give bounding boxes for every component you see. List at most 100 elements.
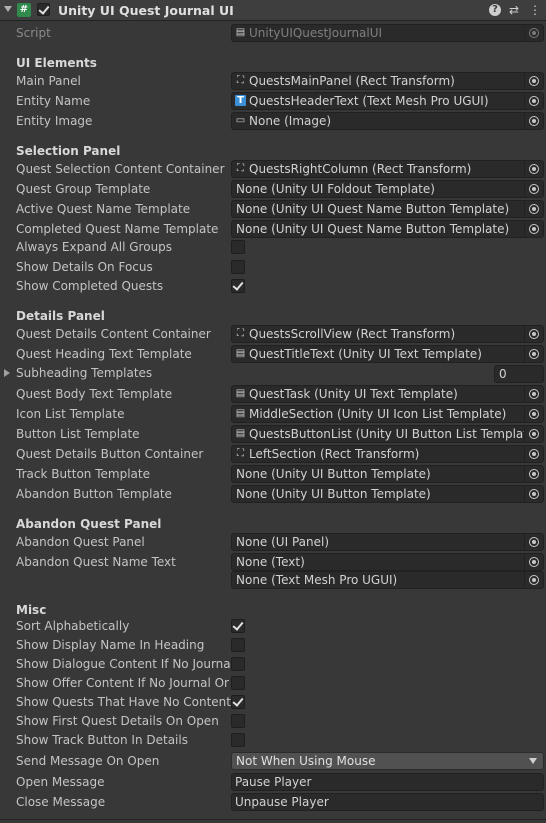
quest-body-text-template-field[interactable]: ▤ QuestTask (Unity UI Text Template)	[231, 385, 544, 403]
entity-image-label: Entity Image	[16, 114, 93, 128]
chevron-down-icon	[529, 758, 537, 764]
send-message-on-open-label: Send Message On Open	[16, 754, 160, 768]
object-picker-icon[interactable]	[524, 426, 543, 442]
show-offer-content-if-no-journal-or-d-checkbox[interactable]	[231, 676, 245, 690]
object-picker-icon[interactable]	[524, 161, 543, 177]
icon-list-template-value: MiddleSection (Unity UI Icon List Templa…	[249, 407, 507, 421]
active-quest-name-template-value: None (Unity UI Quest Name Button Templat…	[236, 202, 510, 216]
quest-selection-content-container-field[interactable]: ⛶ QuestsRightColumn (Rect Transform)	[231, 160, 544, 178]
object-picker-icon[interactable]	[524, 93, 543, 109]
preset-icon[interactable]: ⇄	[507, 3, 521, 17]
show-details-on-focus-checkbox[interactable]	[231, 259, 245, 274]
completed-quest-name-template-value: None (Unity UI Quest Name Button Templat…	[236, 222, 510, 236]
object-picker-icon[interactable]	[524, 466, 543, 482]
object-picker-icon[interactable]	[524, 554, 543, 570]
quest-selection-content-container-value: QuestsRightColumn (Rect Transform)	[249, 162, 472, 176]
close-message-field[interactable]: Unpause Player	[231, 793, 544, 811]
quest-details-button-container-label: Quest Details Button Container	[16, 447, 204, 461]
quest-group-template-field[interactable]: None (Unity UI Foldout Template)	[231, 180, 544, 198]
component-enabled-checkbox[interactable]	[37, 3, 50, 16]
script-icon: ▤	[235, 27, 246, 38]
show-quests-that-have-no-content-checkbox[interactable]	[231, 695, 245, 709]
section-details-panel: Details Panel	[16, 309, 105, 323]
show-completed-quests-checkbox[interactable]	[231, 279, 245, 293]
more-icon[interactable]: ⋮	[528, 3, 542, 17]
check-icon	[232, 279, 244, 291]
entity-name-field[interactable]: T QuestsHeaderText (Text Mesh Pro UGUI)	[231, 92, 544, 110]
object-picker-icon	[524, 25, 543, 41]
main-panel-field[interactable]: ⛶ QuestsMainPanel (Rect Transform)	[231, 72, 544, 90]
rect-transform-icon: ⛶	[237, 75, 244, 86]
quest-heading-text-template-field[interactable]: ▤ QuestTitleText (Unity UI Text Template)	[231, 345, 544, 363]
object-picker-icon[interactable]	[524, 181, 543, 197]
entity-name-value: QuestsHeaderText (Text Mesh Pro UGUI)	[249, 94, 489, 108]
object-picker-icon[interactable]	[524, 113, 543, 129]
object-picker-icon[interactable]	[524, 486, 543, 502]
show-display-name-in-heading-label: Show Display Name In Heading	[16, 638, 205, 652]
show-completed-quests-label: Show Completed Quests	[16, 279, 164, 293]
show-quests-that-have-no-content-label: Show Quests That Have No Content	[16, 695, 231, 709]
main-panel-value: QuestsMainPanel (Rect Transform)	[249, 74, 455, 88]
show-dialogue-content-if-no-journal-checkbox[interactable]	[231, 657, 245, 671]
track-button-template-field[interactable]: None (Unity UI Button Template)	[231, 465, 544, 483]
object-picker-icon[interactable]	[524, 572, 543, 588]
object-picker-icon[interactable]	[524, 346, 543, 362]
button-list-template-value: QuestsButtonList (Unity UI Button List T…	[249, 427, 541, 441]
expand-arrow-icon[interactable]	[4, 369, 10, 377]
open-message-field[interactable]: Pause Player	[231, 773, 544, 791]
script-label: Script	[16, 26, 51, 40]
divider	[0, 819, 546, 820]
image-icon: ▭	[235, 115, 246, 126]
quest-body-text-template-value: QuestTask (Unity UI Text Template)	[249, 387, 458, 401]
quest-selection-content-container-label: Quest Selection Content Container	[16, 162, 225, 176]
subheading-templates-label[interactable]: Subheading Templates	[16, 364, 152, 382]
object-picker-icon[interactable]	[524, 221, 543, 237]
object-picker-icon[interactable]	[524, 406, 543, 422]
object-picker-icon[interactable]	[524, 326, 543, 342]
button-list-template-field[interactable]: ▤ QuestsButtonList (Unity UI Button List …	[231, 425, 544, 443]
object-picker-icon[interactable]	[524, 386, 543, 402]
object-picker-icon[interactable]	[524, 446, 543, 462]
entity-image-field[interactable]: ▭ None (Image)	[231, 112, 544, 130]
show-details-on-focus-label: Show Details On Focus	[16, 259, 153, 274]
script-icon: ▤	[235, 428, 246, 439]
object-picker-icon[interactable]	[524, 534, 543, 550]
show-first-quest-details-on-open-checkbox[interactable]	[231, 714, 245, 728]
quest-group-template-label: Quest Group Template	[16, 182, 151, 196]
always-expand-all-groups-checkbox[interactable]	[231, 240, 245, 254]
quest-body-text-template-label: Quest Body Text Template	[16, 387, 173, 401]
rect-transform-icon: ⛶	[237, 163, 244, 174]
show-display-name-in-heading-checkbox[interactable]	[231, 638, 245, 652]
show-first-quest-details-on-open-label: Show First Quest Details On Open	[16, 714, 219, 728]
abandon-quest-name-text-label: Abandon Quest Name Text	[16, 555, 176, 569]
sort-alphabetically-checkbox[interactable]	[231, 619, 245, 633]
quest-details-button-container-field[interactable]: ⛶ LeftSection (Rect Transform)	[231, 445, 544, 463]
sort-alphabetically-label: Sort Alphabetically	[16, 619, 130, 633]
track-button-template-value: None (Unity UI Button Template)	[236, 467, 431, 481]
completed-quest-name-template-field[interactable]: None (Unity UI Quest Name Button Templat…	[231, 220, 544, 238]
object-picker-icon[interactable]	[524, 73, 543, 89]
abandon-button-template-value: None (Unity UI Button Template)	[236, 487, 431, 501]
entity-name-label: Entity Name	[16, 94, 91, 108]
script-icon: ▤	[235, 348, 246, 359]
abandon-quest-name-tmp-field[interactable]: None (Text Mesh Pro UGUI)	[231, 571, 544, 589]
foldout-arrow-icon[interactable]	[4, 6, 12, 12]
always-expand-all-groups-label: Always Expand All Groups	[16, 240, 173, 254]
abandon-button-template-field[interactable]: None (Unity UI Button Template)	[231, 485, 544, 503]
send-message-on-open-dropdown[interactable]: Not When Using Mouse	[231, 752, 544, 770]
object-picker-icon[interactable]	[524, 201, 543, 217]
help-icon[interactable]: ?	[489, 4, 501, 16]
entity-image-value: None (Image)	[249, 114, 332, 128]
abandon-quest-name-text-field[interactable]: None (Text)	[231, 553, 544, 571]
show-track-button-in-details-checkbox[interactable]	[231, 733, 245, 747]
subheading-templates-size-field[interactable]: 0	[494, 365, 544, 383]
abandon-quest-panel-field[interactable]: None (UI Panel)	[231, 533, 544, 551]
text-mesh-pro-icon: T	[235, 95, 246, 106]
quest-details-content-container-field[interactable]: ⛶ QuestsScrollView (Rect Transform)	[231, 325, 544, 343]
csharp-script-icon: #	[17, 3, 31, 17]
show-dialogue-content-if-no-journal-label: Show Dialogue Content If No Journal	[16, 657, 234, 671]
track-button-template-label: Track Button Template	[16, 467, 150, 481]
active-quest-name-template-field[interactable]: None (Unity UI Quest Name Button Templat…	[231, 200, 544, 218]
quest-heading-text-template-label: Quest Heading Text Template	[16, 347, 192, 361]
icon-list-template-field[interactable]: ▤ MiddleSection (Unity UI Icon List Templ…	[231, 405, 544, 423]
